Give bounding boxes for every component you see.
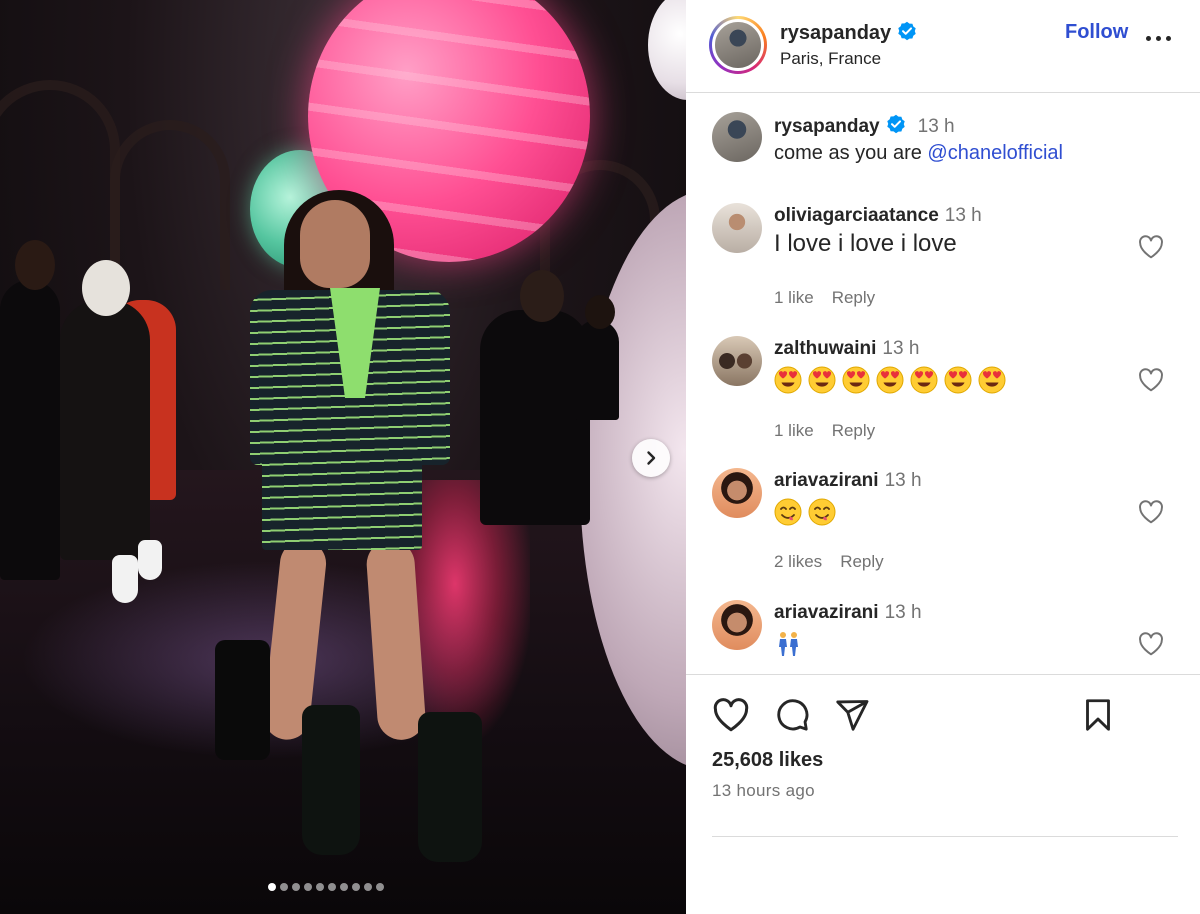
commenter-avatar[interactable] [712,468,762,518]
heart-eyes-emoji-icon [944,366,972,394]
comment-time: 13 h [944,205,982,226]
more-options-icon[interactable] [1146,28,1174,48]
post-details-panel: rysapanday Paris, France Follow rysapand… [686,0,1200,914]
commenter-avatar[interactable] [712,600,762,650]
carousel-next-button[interactable] [632,439,670,477]
comment-heart-icon[interactable] [1138,632,1164,656]
heart-eyes-emoji-icon [910,366,938,394]
comment-heart-icon[interactable] [1138,235,1164,259]
comment-icon[interactable] [774,697,810,733]
background-person-head [520,270,564,322]
commenter-avatar[interactable] [712,203,762,253]
background-person-head [585,295,615,329]
carousel-dot [316,883,324,891]
post-header: rysapanday Paris, France Follow [686,0,1200,93]
background-person-head [15,240,55,290]
background-person [60,300,150,560]
subject-boot [418,712,482,862]
comment-reply-button[interactable]: Reply [840,552,883,571]
planet-white [648,0,686,100]
comment-heart-icon[interactable] [1138,500,1164,524]
author-avatar-story-ring[interactable] [709,16,767,74]
caption-author-avatar[interactable] [712,112,762,162]
post-actions: 25,608 likes 13 hours ago [686,675,1200,914]
comment-time: 13 h [884,602,922,623]
post-timestamp: 13 hours ago [712,781,815,800]
subject-skirt [262,455,422,550]
comment-username[interactable]: ariavazirani [774,470,879,491]
verified-badge-icon [886,114,905,134]
background-person-boot [138,540,162,580]
follow-button[interactable]: Follow [1065,21,1128,44]
comment-reply-button[interactable]: Reply [832,421,875,440]
bookmark-icon[interactable] [1080,697,1116,733]
caption-body: come as you are [774,142,922,164]
heart-eyes-emoji-icon [876,366,904,394]
yum-emoji-icon [808,498,836,526]
author-username[interactable]: rysapanday [780,21,917,45]
subject-boot [302,705,360,855]
comment-username[interactable]: ariavazirani [774,602,879,623]
chevron-right-icon [647,451,656,465]
heart-eyes-emoji-icon [842,366,870,394]
carousel-dot [280,883,288,891]
carousel-dot [364,883,372,891]
comment-username[interactable]: zalthuwaini [774,338,876,359]
heart-icon[interactable] [712,697,750,733]
heart-eyes-emoji-icon [774,366,802,394]
heart-eyes-emoji-icon [978,366,1006,394]
caption-username[interactable]: rysapanday [774,116,880,137]
post-photo[interactable] [0,0,686,914]
commenter-avatar[interactable] [712,336,762,386]
background-person [575,320,619,420]
author-username-text: rysapanday [780,22,892,44]
comment-emoji-row [774,498,842,526]
carousel-dot [340,883,348,891]
carousel-dot [292,883,300,891]
comment-text: I love i love i love [774,230,957,257]
post-caption: rysapanday 13 h come as you are @chanelof… [712,112,1182,172]
yum-emoji-icon [774,498,802,526]
background-person [0,280,60,580]
divider [712,836,1178,837]
comment-item: ariavazirani 13 h 2 likes Reply [712,468,1182,578]
carousel-dot [328,883,336,891]
caption-time: 13 h [917,116,955,137]
comments-section[interactable]: rysapanday 13 h come as you are @chanelof… [686,93,1200,675]
comment-reply-button[interactable]: Reply [832,288,875,307]
like-count[interactable]: 25,608 likes [712,749,823,772]
carousel-dot [352,883,360,891]
carousel-dot [304,883,312,891]
comment-username[interactable]: oliviagarciaatance [774,205,939,226]
caption-text: come as you are @chanelofficial [774,142,1063,165]
comment-emoji-row [774,630,808,658]
background-person [480,310,590,525]
verified-badge-icon [898,21,916,41]
subject-face [300,200,370,288]
comment-item: oliviagarciaatance 13 h I love i love i l… [712,203,1182,313]
author-avatar [712,19,764,71]
post-location[interactable]: Paris, France [780,49,881,69]
carousel-dot [268,883,276,891]
background-person-head [82,260,130,316]
comment-emoji-row [774,366,1012,394]
comment-like-count[interactable]: 1 like [774,421,814,440]
comment-heart-icon[interactable] [1138,368,1164,392]
share-icon[interactable] [834,697,870,733]
comment-time: 13 h [882,338,920,359]
comment-item: zalthuwaini 13 h 1 like Reply [712,336,1182,446]
carousel-dot [376,883,384,891]
heart-eyes-emoji-icon [808,366,836,394]
comment-like-count[interactable]: 2 likes [774,552,822,571]
people-walking-emoji-icon [779,632,798,656]
background-arch [110,120,230,290]
comment-item: ariavazirani 13 h [712,600,1182,674]
comment-time: 13 h [884,470,922,491]
caption-mention-link[interactable]: @chanelofficial [927,142,1063,164]
comment-like-count[interactable]: 1 like [774,288,814,307]
subject-handbag [215,640,270,760]
carousel-indicator [268,883,384,891]
background-person-boot [112,555,138,603]
